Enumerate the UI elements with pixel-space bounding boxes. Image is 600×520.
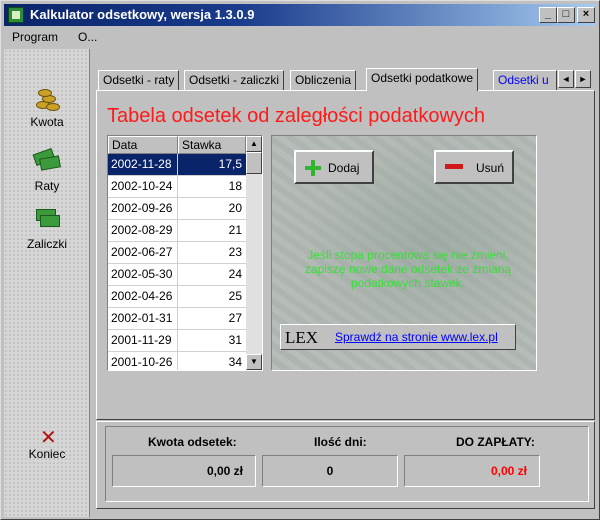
cell-rate: 21	[228, 223, 242, 237]
cell-date: 2002-11-28	[108, 154, 178, 176]
remove-button-label: Usuń	[476, 161, 505, 175]
scroll-up-button[interactable]: ▲	[246, 136, 262, 152]
maximize-button[interactable]: □	[557, 7, 575, 23]
cell-rate: 31	[228, 333, 242, 347]
cell-date: 2002-08-29	[108, 220, 178, 242]
app-window: Kalkulator odsetkowy, wersja 1.3.0.9 _ □…	[0, 0, 600, 520]
app-icon	[8, 7, 24, 23]
close-button[interactable]: ×	[577, 7, 595, 23]
table-scrollbar[interactable]: ▲ ▼	[246, 136, 262, 370]
menu-program[interactable]: Program	[12, 30, 58, 44]
total-label: DO ZAPŁATY:	[456, 435, 535, 449]
cell-rate: 24	[228, 267, 242, 281]
tab-panel-odsetki-podatkowe: Tabela odsetek od zaległości podatkowych…	[96, 90, 595, 420]
tab-scroll-right-button[interactable]: ►	[575, 70, 591, 88]
table-row[interactable]: 2001-10-26 34	[108, 352, 246, 370]
lex-logo: LEX	[285, 328, 319, 347]
table-row[interactable]: 2002-04-26 25	[108, 286, 246, 308]
header-date[interactable]: Data	[108, 136, 178, 154]
scroll-thumb[interactable]	[246, 152, 262, 174]
plus-icon	[305, 160, 321, 176]
sidebar-item-koniec[interactable]: ✕ Koniec	[4, 421, 90, 479]
lex-link-button[interactable]: LEX Sprawdź na stronie www.lex.pl	[280, 324, 516, 350]
cell-rate: 34	[228, 355, 242, 369]
table-row[interactable]: 2002-08-29 21	[108, 220, 246, 242]
info-message: Jeśli stopa procentowa się nie zmieni, z…	[304, 248, 512, 290]
cell-date: 2002-10-24	[108, 176, 178, 198]
interest-value: 0,00 zł	[112, 455, 256, 487]
minimize-button[interactable]: _	[539, 7, 557, 23]
tab-odsetki-zaliczki[interactable]: Odsetki - zaliczki	[184, 70, 285, 90]
table-row[interactable]: 2002-06-27 23	[108, 242, 246, 264]
cell-rate: 27	[228, 311, 242, 325]
cell-rate: 23	[228, 245, 242, 259]
cell-date: 2002-06-27	[108, 242, 178, 264]
table-row[interactable]: 2002-11-28 17,5	[108, 154, 246, 176]
cell-date: 2002-04-26	[108, 286, 178, 308]
tab-odsetki-podatkowe[interactable]: Odsetki podatkowe	[366, 68, 479, 91]
table-row[interactable]: 2001-11-29 31	[108, 330, 246, 352]
add-button-label: Dodaj	[328, 161, 360, 175]
sidebar-item-label: Zaliczki	[26, 237, 67, 251]
sidebar-item-label: Kwota	[30, 115, 64, 129]
money-icon	[32, 147, 62, 173]
sidebar-item-label: Raty	[34, 179, 60, 193]
summary-group: Kwota odsetek: 0,00 zł Ilość dni: 0 DO Z…	[105, 426, 589, 502]
total-value: 0,00 zł	[404, 455, 540, 487]
days-label: Ilość dni:	[314, 435, 367, 449]
scroll-down-button[interactable]: ▼	[246, 354, 262, 370]
days-value: 0	[262, 455, 398, 487]
table-body: 2002-11-28 17,5 2002-10-24 18 2002-09-26 20 20…	[108, 154, 246, 370]
remove-button[interactable]: Usuń	[434, 150, 514, 184]
sidebar-item-zaliczki[interactable]: Zaliczki	[4, 201, 90, 259]
page-title: Tabela odsetek od zaległości podatkowych	[107, 105, 486, 127]
header-rate[interactable]: Stawka	[178, 136, 246, 154]
coins-icon	[34, 85, 60, 111]
banknotes-icon	[34, 207, 62, 231]
table-row[interactable]: 2002-05-30 24	[108, 264, 246, 286]
table-row[interactable]: 2002-01-31 27	[108, 308, 246, 330]
cell-rate: 25	[228, 289, 242, 303]
tab-strip: Odsetki - raty Odsetki - zaliczki Oblicz…	[96, 68, 595, 91]
interest-label: Kwota odsetek:	[148, 435, 237, 449]
lex-link[interactable]: Sprawdź na stronie www.lex.pl	[335, 330, 498, 344]
table-row[interactable]: 2002-10-24 18	[108, 176, 246, 198]
cell-date: 2002-05-30	[108, 264, 178, 286]
sidebar: Kwota Raty Zaliczki ✕ Koniec	[4, 49, 90, 517]
cell-date: 2001-10-26	[108, 352, 178, 370]
add-button[interactable]: Dodaj	[294, 150, 374, 184]
window-title: Kalkulator odsetkowy, wersja 1.3.0.9	[30, 7, 255, 22]
menu-o[interactable]: O...	[78, 30, 97, 44]
table-header: Data Stawka	[108, 136, 246, 154]
cell-date: 2002-09-26	[108, 198, 178, 220]
tab-scroll-left-button[interactable]: ◄	[558, 70, 574, 88]
title-bar[interactable]: Kalkulator odsetkowy, wersja 1.3.0.9 _ □…	[4, 4, 595, 26]
menu-bar: Program O...	[4, 27, 595, 47]
rates-table[interactable]: Data Stawka 2002-11-28 17,5 2002-10-24 18 20…	[107, 135, 263, 371]
table-row[interactable]: 2002-09-26 20	[108, 198, 246, 220]
cell-rate: 18	[228, 179, 242, 193]
minus-icon	[445, 164, 463, 169]
info-panel: Dodaj Usuń Jeśli stopa procentowa się ni…	[271, 135, 537, 371]
summary-panel: Kwota odsetek: 0,00 zł Ilość dni: 0 DO Z…	[96, 421, 595, 509]
tab-obliczenia[interactable]: Obliczenia	[290, 70, 357, 90]
sidebar-item-raty[interactable]: Raty	[4, 143, 90, 201]
sidebar-item-kwota[interactable]: Kwota	[4, 79, 90, 137]
cell-date: 2001-11-29	[108, 330, 178, 352]
sidebar-item-label: Koniec	[28, 447, 66, 461]
tab-odsetki-raty[interactable]: Odsetki - raty	[98, 70, 180, 90]
cell-rate: 17,5	[218, 157, 242, 171]
cell-rate: 20	[228, 201, 242, 215]
cell-date: 2002-01-31	[108, 308, 178, 330]
tab-odsetki-u[interactable]: Odsetki u	[493, 70, 557, 90]
